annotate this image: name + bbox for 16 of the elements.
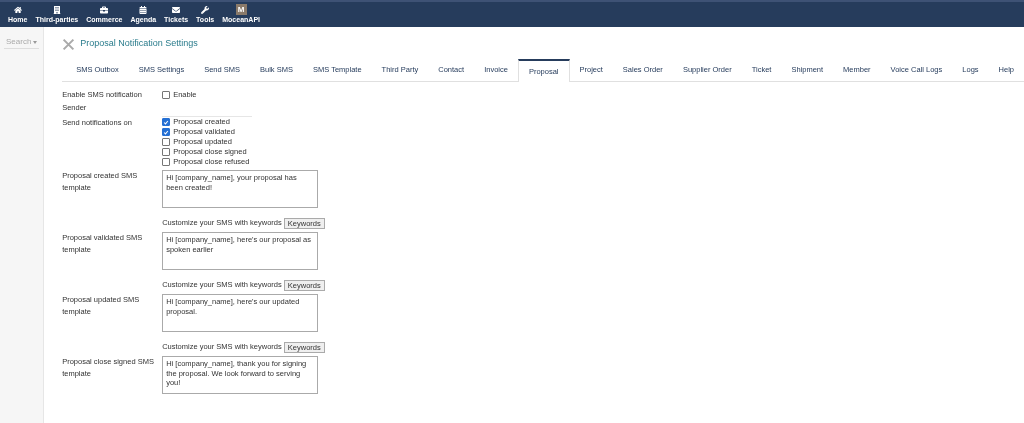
envelope-icon [172,5,181,14]
checkbox[interactable] [162,138,171,146]
checkbox[interactable] [162,148,171,156]
checkbox[interactable] [162,158,171,166]
checkbox[interactable] [162,128,171,136]
page-title: Proposal Notification Settings [80,37,198,51]
briefcase-icon [100,5,109,14]
search-placeholder: Search [6,36,32,48]
caret-icon [33,40,38,44]
home-icon [13,5,22,14]
calendar-icon [139,5,148,14]
checkbox[interactable] [162,118,171,126]
wrench-icon [201,5,210,14]
logo-icon: M [235,4,247,15]
checkbox[interactable] [162,90,171,99]
building-icon [52,5,61,14]
